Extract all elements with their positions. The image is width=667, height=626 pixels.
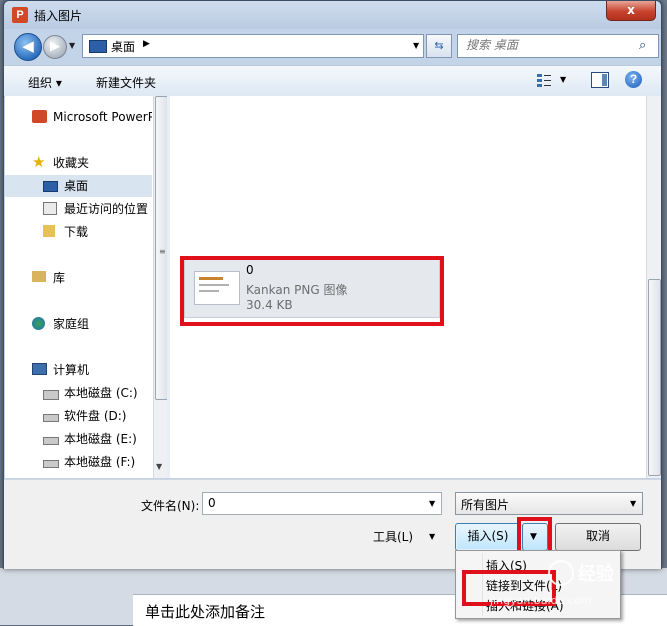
forward-button[interactable]: ▶ <box>43 35 67 59</box>
windows-drive-icon <box>43 390 59 400</box>
watermark: 经验 jingyan.baidu.com <box>490 560 658 610</box>
tools-button[interactable]: 工具(L) <box>373 528 413 545</box>
star-icon: ★ <box>32 153 46 171</box>
chevron-right-icon[interactable]: ▶ <box>143 39 150 49</box>
powerpoint-icon <box>32 110 47 123</box>
drive-icon <box>43 414 59 422</box>
navigation-pane: Microsoft PowerPoint ★ 收藏夹 桌面 最近访问的位置 下载… <box>5 96 168 478</box>
paw-icon <box>548 560 574 586</box>
library-icon <box>32 271 46 282</box>
filename-input[interactable] <box>203 493 422 512</box>
sidebar-item-label: 收藏夹 <box>53 156 90 170</box>
sidebar-item-label: 本地磁盘 (E:) <box>64 432 137 446</box>
file-type-selected: 所有图片 <box>461 498 510 512</box>
sidebar-item-label: 计算机 <box>53 363 90 377</box>
address-bar[interactable]: 桌面 ▶ ▼ <box>82 34 424 58</box>
chevron-down-icon[interactable]: ▼ <box>630 499 636 508</box>
sidebar-item-label: 库 <box>53 271 66 285</box>
chevron-down-icon[interactable]: ▼ <box>560 75 566 84</box>
sidebar-item-label: 家庭组 <box>53 317 90 331</box>
sidebar-item-label: 桌面 <box>64 179 89 193</box>
sidebar-item-drive-c[interactable]: 本地磁盘 (C:) <box>5 382 152 404</box>
view-options-icon[interactable] <box>536 72 552 88</box>
sidebar-item-label: 软件盘 (D:) <box>64 409 127 423</box>
sidebar-item-computer[interactable]: 计算机 <box>5 359 152 381</box>
scrollbar-thumb[interactable] <box>648 279 661 476</box>
annotation-highlight-file <box>180 256 444 326</box>
sidebar-item-label: 下载 <box>64 225 89 239</box>
title-bar[interactable]: P 插入图片 x <box>4 1 661 29</box>
desktop-icon <box>43 181 58 192</box>
insert-button[interactable]: 插入(S) <box>455 523 521 551</box>
refresh-button[interactable]: ⇆ <box>426 34 452 58</box>
watermark-url: jingyan.baidu.com <box>490 594 592 607</box>
breadcrumb[interactable]: 桌面 <box>111 38 135 55</box>
sidebar-item-powerpoint[interactable]: Microsoft PowerPoint <box>5 106 152 128</box>
chevron-down-icon[interactable]: ▼ <box>156 462 162 471</box>
new-folder-button[interactable]: 新建文件夹 <box>96 74 156 91</box>
sidebar-item-label: 本地磁盘 (C:) <box>64 386 138 400</box>
sidebar-item-favorites[interactable]: ★ 收藏夹 <box>5 152 152 174</box>
file-type-select[interactable]: 所有图片 ▼ <box>455 492 643 515</box>
sidebar-item-desktop[interactable]: 桌面 <box>5 175 152 197</box>
toolbar: 组织 ▾ 新建文件夹 ▼ ? <box>4 65 661 97</box>
download-folder-icon <box>43 225 55 237</box>
sidebar-scrollbar[interactable]: ≡ ▼ <box>153 96 168 478</box>
chevron-down-icon[interactable]: ▼ <box>429 532 435 541</box>
sidebar-item-homegroup[interactable]: 家庭组 <box>5 313 152 335</box>
help-icon[interactable]: ? <box>625 71 642 88</box>
notes-placeholder[interactable]: 单击此处添加备注 <box>145 601 265 622</box>
search-input[interactable] <box>458 35 636 55</box>
preview-pane-icon[interactable] <box>591 72 609 88</box>
sidebar-item-drive-d[interactable]: 软件盘 (D:) <box>5 405 152 427</box>
homegroup-icon <box>32 317 45 330</box>
chevron-down-icon[interactable]: ▼ <box>429 499 435 508</box>
sidebar-item-libraries[interactable]: 库 <box>5 267 152 289</box>
watermark-text: 经验 <box>578 564 614 585</box>
computer-icon <box>32 363 47 375</box>
recent-places-icon <box>43 202 57 215</box>
chevron-down-icon[interactable]: ▼ <box>69 41 75 50</box>
cancel-button[interactable]: 取消 <box>555 523 641 551</box>
sidebar-item-label: Microsoft PowerPoint <box>53 110 152 124</box>
organize-button[interactable]: 组织 ▾ <box>28 74 62 91</box>
grip-icon: ≡ <box>159 247 166 256</box>
filename-label: 文件名(N): <box>141 499 200 513</box>
sidebar-item-label: 最近访问的位置 <box>64 202 149 216</box>
search-icon[interactable]: ⌕ <box>639 38 646 53</box>
sidebar-item-label: 本地磁盘 (F:) <box>64 455 136 469</box>
window-title: 插入图片 <box>34 9 83 23</box>
desktop-icon <box>89 40 107 53</box>
chevron-down-icon[interactable]: ▼ <box>413 41 419 50</box>
filename-field[interactable]: ▼ <box>202 492 442 515</box>
sidebar-item-drive-e[interactable]: 本地磁盘 (E:) <box>5 428 152 450</box>
file-list-scrollbar[interactable] <box>646 96 661 478</box>
sidebar-item-recent[interactable]: 最近访问的位置 <box>5 198 152 220</box>
drive-icon <box>43 437 59 445</box>
powerpoint-icon: P <box>12 7 28 23</box>
drive-icon <box>43 460 59 468</box>
sidebar-item-drive-f[interactable]: 本地磁盘 (F:) <box>5 451 152 473</box>
back-button[interactable]: ◀ <box>14 33 42 61</box>
search-box[interactable]: ⌕ <box>457 34 659 58</box>
close-button[interactable]: x <box>606 1 656 21</box>
sidebar-item-downloads[interactable]: 下载 <box>5 221 152 243</box>
